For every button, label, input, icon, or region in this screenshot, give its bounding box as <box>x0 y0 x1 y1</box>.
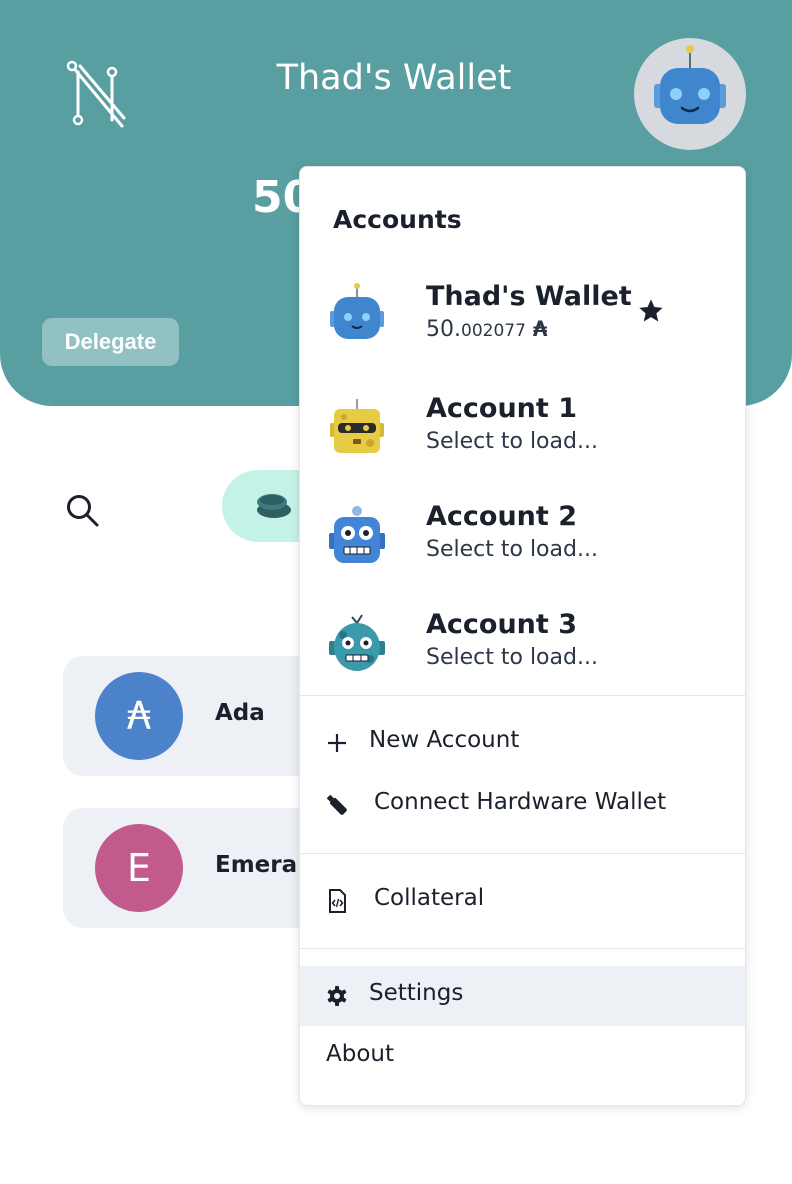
delegate-button[interactable]: Delegate <box>42 318 179 366</box>
collateral-label: Collateral <box>374 885 485 911</box>
asset-logo: E <box>95 824 183 912</box>
new-account-item[interactable]: New Account <box>300 713 745 773</box>
plus-icon <box>328 734 346 752</box>
menu-divider <box>300 948 745 949</box>
account-subtitle: Select to load... <box>426 429 598 454</box>
collateral-item[interactable]: Collateral <box>300 871 745 931</box>
account-balance: 50.002077 ₳ <box>426 317 548 342</box>
account-item-1[interactable]: Account 1 Select to load... <box>300 379 745 475</box>
account-item-2[interactable]: Account 2 Select to load... <box>300 487 745 583</box>
robot-avatar-icon <box>654 45 726 124</box>
asset-name: Ada <box>215 700 265 726</box>
star-icon <box>639 299 663 322</box>
menu-divider <box>300 695 745 696</box>
ada-symbol: ₳ <box>532 317 548 341</box>
coins-icon <box>257 494 291 518</box>
connect-hardware-wallet-label: Connect Hardware Wallet <box>374 789 667 815</box>
balance-decimals: 002077 <box>461 321 526 341</box>
robot-avatar-icon <box>329 506 385 563</box>
robot-avatar-icon <box>330 283 384 339</box>
account-name: Account 1 <box>426 393 577 424</box>
account-subtitle: Select to load... <box>426 537 598 562</box>
menu-divider <box>300 853 745 854</box>
nami-logo-icon <box>66 60 126 128</box>
account-name: Thad's Wallet <box>426 281 632 312</box>
search-icon[interactable] <box>64 492 100 528</box>
account-name: Account 3 <box>426 609 577 640</box>
code-file-icon <box>329 889 346 913</box>
robot-avatar-icon <box>330 399 384 453</box>
account-subtitle: Select to load... <box>426 645 598 670</box>
gear-icon <box>327 986 347 1006</box>
connect-hardware-wallet-item[interactable]: Connect Hardware Wallet <box>300 775 745 835</box>
asset-logo: ₳ <box>95 672 183 760</box>
settings-item[interactable]: Settings <box>300 966 745 1026</box>
account-item-3[interactable]: Account 3 Select to load... <box>300 595 745 691</box>
account-name: Account 2 <box>426 501 577 532</box>
usb-icon <box>326 794 347 815</box>
new-account-label: New Account <box>369 727 520 753</box>
accounts-menu: Accounts Thad's Wallet 50.002077 ₳ Accou… <box>299 166 746 1106</box>
settings-label: Settings <box>369 980 464 1006</box>
about-label: About <box>326 1041 395 1067</box>
menu-heading: Accounts <box>333 205 462 234</box>
account-avatar-button[interactable] <box>634 38 746 150</box>
account-item-thads-wallet[interactable]: Thad's Wallet 50.002077 ₳ <box>300 267 745 363</box>
wallet-title: Thad's Wallet <box>276 58 512 98</box>
about-item[interactable]: About <box>300 1027 745 1087</box>
robot-avatar-icon <box>329 614 385 671</box>
balance-integer: 50. <box>426 317 461 342</box>
